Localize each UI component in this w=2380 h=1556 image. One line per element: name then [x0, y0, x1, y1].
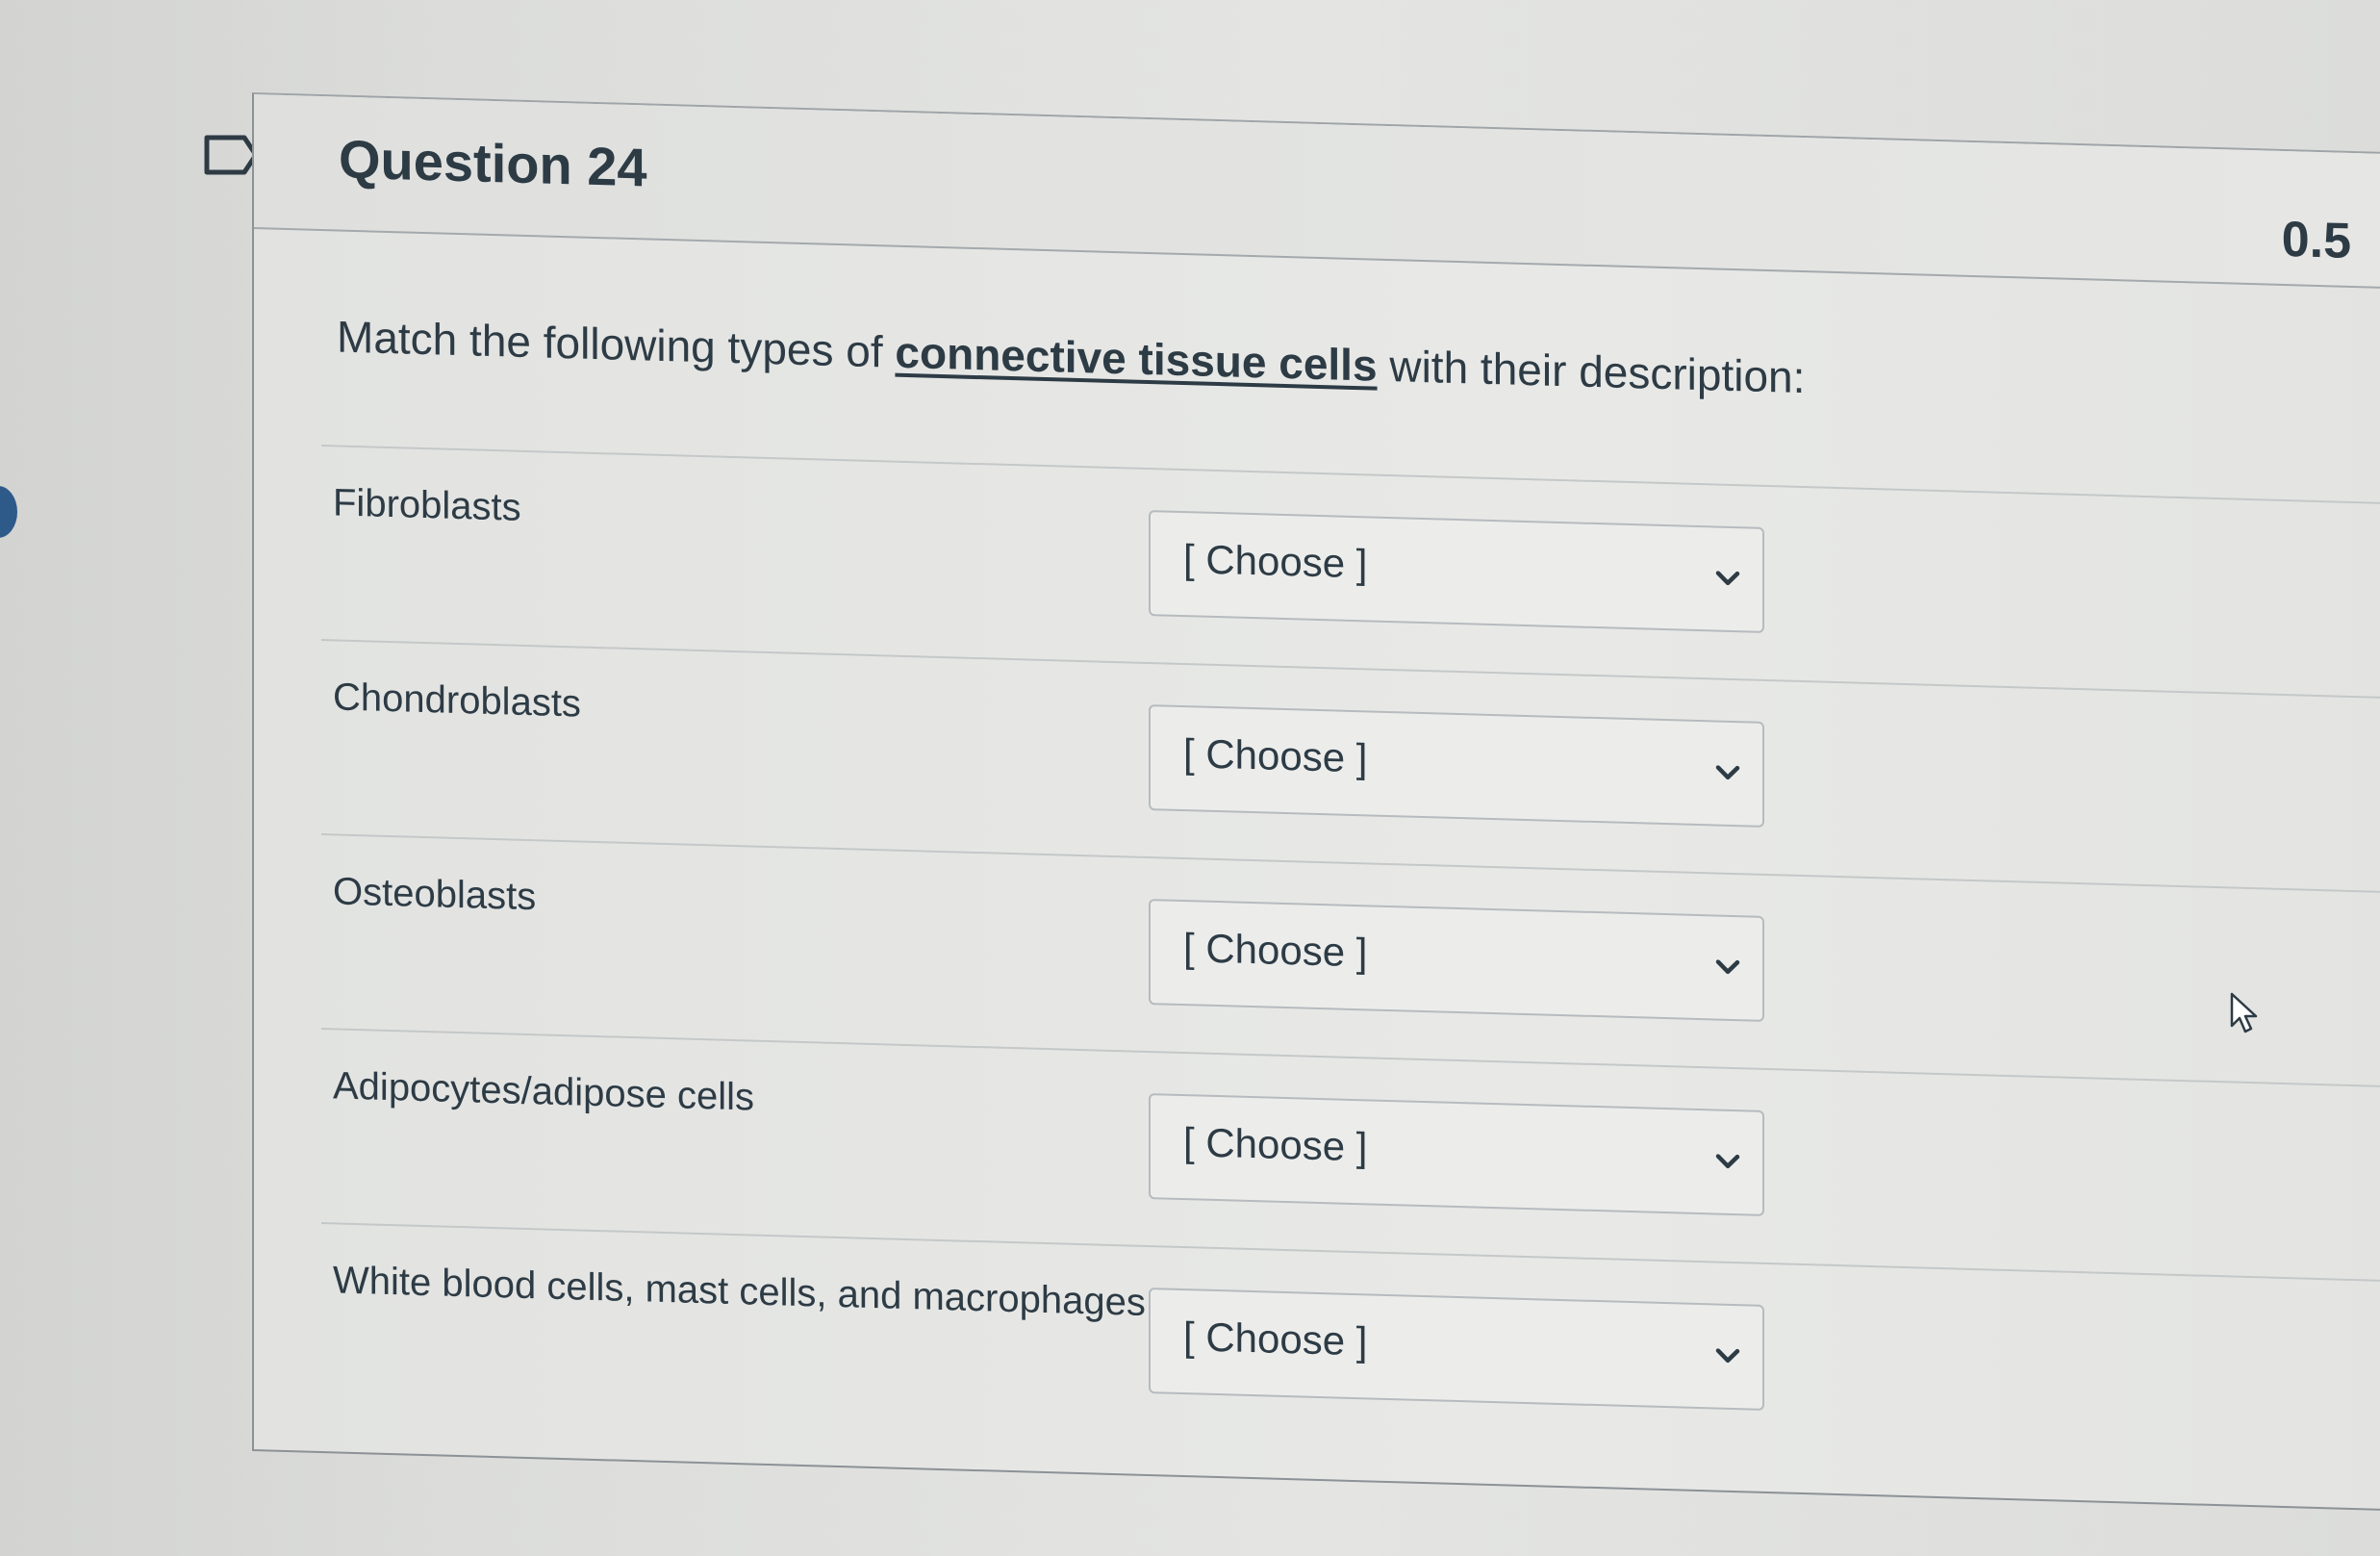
select-value: [ Choose ] — [1183, 1314, 1368, 1365]
chevron-down-icon — [1715, 1348, 1740, 1364]
mouse-pointer-icon — [2230, 992, 2258, 1033]
match-label-adipocytes: Adipocytes/adipose cells — [333, 1064, 755, 1119]
answer-select-white-blood-cells[interactable]: [ Choose ] — [1149, 1288, 1764, 1411]
match-label-white-blood-cells: White blood cells, mast cells, and macro… — [333, 1259, 1146, 1324]
answer-select-chondroblasts[interactable]: [ Choose ] — [1149, 704, 1764, 828]
chevron-down-icon — [1715, 959, 1740, 975]
select-value: [ Choose ] — [1183, 1119, 1368, 1170]
question-points: 0.5 — [2281, 211, 2351, 269]
answer-select-osteoblasts[interactable]: [ Choose ] — [1149, 899, 1764, 1022]
chevron-down-icon — [1715, 765, 1740, 780]
question-card: Question 24 0.5 Match the following type… — [252, 92, 2380, 1512]
sidebar-indicator-dot — [0, 486, 17, 538]
chevron-down-icon — [1715, 571, 1740, 586]
matching-list: Fibroblasts [ Choose ] Chondroblasts [ C… — [321, 445, 2380, 1475]
chevron-down-icon — [1715, 1154, 1740, 1169]
question-header: Question 24 0.5 — [254, 94, 2380, 290]
prompt-text-before: Match the following types of — [337, 311, 896, 377]
answer-select-fibroblasts[interactable]: [ Choose ] — [1149, 510, 1764, 633]
prompt-emphasis: connective tissue cells — [895, 326, 1378, 391]
match-label-osteoblasts: Osteoblasts — [333, 870, 537, 919]
answer-select-adipocytes[interactable]: [ Choose ] — [1149, 1093, 1764, 1216]
match-label-fibroblasts: Fibroblasts — [333, 481, 521, 529]
prompt-text-after: with their description: — [1377, 340, 1806, 403]
question-title: Question 24 — [339, 128, 647, 198]
select-value: [ Choose ] — [1183, 730, 1368, 781]
select-value: [ Choose ] — [1183, 536, 1368, 587]
match-label-chondroblasts: Chondroblasts — [333, 676, 581, 726]
select-value: [ Choose ] — [1183, 925, 1368, 976]
question-prompt: Match the following types of connective … — [337, 310, 1805, 403]
